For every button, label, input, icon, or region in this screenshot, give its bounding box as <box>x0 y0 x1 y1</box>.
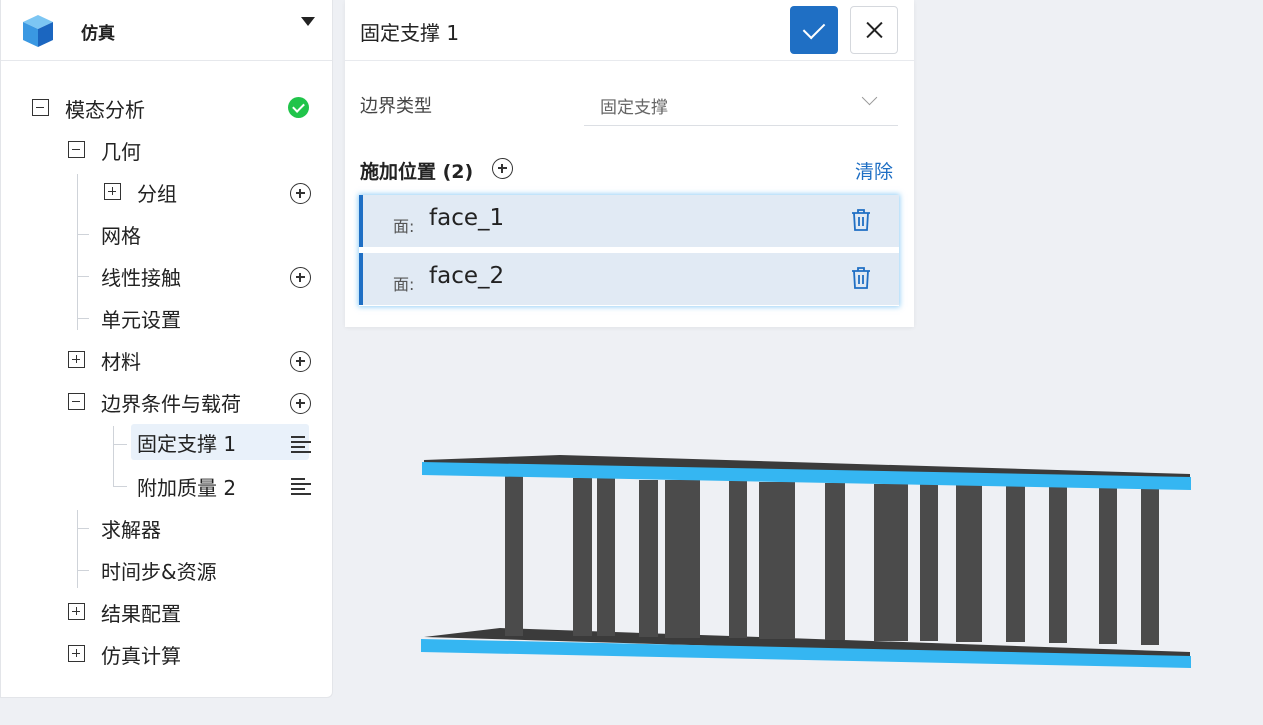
trash-icon[interactable] <box>850 208 872 232</box>
menu-lines-icon[interactable] <box>291 478 311 496</box>
caret-down-icon[interactable] <box>301 17 315 26</box>
tree-guide <box>77 510 78 588</box>
tree-guide <box>77 318 89 319</box>
add-circle-icon[interactable] <box>290 393 311 414</box>
expand-icon[interactable] <box>68 603 85 620</box>
trash-icon[interactable] <box>850 266 872 290</box>
tree-item-label: 结果配置 <box>101 601 181 626</box>
tree-item-label: 时间步&资源 <box>101 559 217 584</box>
tree-item-label: 分组 <box>137 181 177 206</box>
tree-guide <box>113 486 127 487</box>
app-title: 仿真 <box>81 24 115 44</box>
face-2-highlight <box>421 639 1191 668</box>
collapse-icon[interactable] <box>68 141 85 158</box>
columns <box>505 476 1159 645</box>
tree-item-timestep-resources[interactable]: 时间步&资源 <box>101 555 217 585</box>
tree-item-contact[interactable]: 线性接触 <box>101 261 181 291</box>
tree-item-label: 模态分析 <box>65 97 145 122</box>
tree-item-label: 仿真计算 <box>101 643 181 668</box>
tree-item-simulation-compute[interactable]: 仿真计算 <box>101 639 181 669</box>
boundary-type-label: 边界类型 <box>360 96 432 117</box>
tree-item-boundary-conditions[interactable]: 边界条件与载荷 <box>101 387 241 417</box>
location-name: face_2 <box>429 263 505 289</box>
collapse-icon[interactable] <box>32 99 49 116</box>
add-circle-icon[interactable] <box>492 158 513 179</box>
tree-guide <box>77 234 89 235</box>
boundary-editor-panel: 固定支撑 1 边界类型 固定支撑 施加位置 (2) 清除 面: face_1 面… <box>345 0 914 327</box>
model-tree-panel: 仿真 模态分析 几何 分组 网格 线性接触 单元设置 材料 边界条件与载荷 固定… <box>0 0 333 698</box>
location-prefix: 面: <box>393 217 415 236</box>
clear-button[interactable]: 清除 <box>855 157 893 184</box>
location-item[interactable]: 面: face_2 <box>359 253 899 305</box>
confirm-button[interactable] <box>790 6 838 54</box>
close-button[interactable] <box>850 6 898 54</box>
tree-item-mesh[interactable]: 网格 <box>101 219 141 249</box>
add-circle-icon[interactable] <box>290 267 311 288</box>
tree-guide <box>77 174 78 330</box>
tree-guide <box>77 276 89 277</box>
face-1-highlight <box>422 462 1191 490</box>
tree-item-fixed-support-1[interactable]: 固定支撑 1 <box>131 424 309 460</box>
cube-logo-icon <box>23 15 53 47</box>
location-item[interactable]: 面: face_1 <box>359 195 899 247</box>
location-list: 面: face_1 面: face_2 <box>359 195 899 306</box>
tree-guide <box>77 570 89 571</box>
tree-item-label: 网格 <box>101 223 141 248</box>
expand-icon[interactable] <box>68 645 85 662</box>
tree-item-label: 单元设置 <box>101 307 181 332</box>
check-circle-icon <box>288 97 309 118</box>
tree-item-label: 材料 <box>101 349 141 374</box>
tree-guide <box>113 426 114 486</box>
location-prefix: 面: <box>393 275 415 294</box>
add-circle-icon[interactable] <box>290 351 311 372</box>
tree-item-label: 边界条件与载荷 <box>101 391 241 416</box>
tree-item-geometry[interactable]: 几何 <box>101 135 141 165</box>
locations-title: 施加位置 (2) <box>360 161 474 183</box>
expand-icon[interactable] <box>68 351 85 368</box>
add-circle-icon[interactable] <box>290 183 311 204</box>
tree-item-result-config[interactable]: 结果配置 <box>101 597 181 627</box>
boundary-type-value: 固定支撑 <box>600 98 668 118</box>
tree-item-element-settings[interactable]: 单元设置 <box>101 303 181 333</box>
tree-item-modal-analysis[interactable]: 模态分析 <box>65 93 145 123</box>
tree-item-label: 几何 <box>101 139 141 164</box>
location-name: face_1 <box>429 205 505 231</box>
app-header[interactable]: 仿真 <box>1 0 332 61</box>
divider <box>345 60 914 61</box>
tree-item-label: 固定支撑 1 <box>137 431 237 456</box>
tree-item-group[interactable]: 分组 <box>137 177 177 207</box>
tree-item-label: 求解器 <box>101 517 161 542</box>
tree-item-label: 线性接触 <box>101 265 181 290</box>
tree-item-material[interactable]: 材料 <box>101 345 141 375</box>
menu-lines-icon[interactable] <box>291 436 311 454</box>
collapse-icon[interactable] <box>68 393 85 410</box>
tree-guide <box>77 528 89 529</box>
boundary-type-select[interactable]: 固定支撑 <box>584 84 898 126</box>
editor-title: 固定支撑 1 <box>360 21 460 45</box>
expand-icon[interactable] <box>104 183 121 200</box>
tree-guide <box>113 444 127 445</box>
tree-item-label: 附加质量 2 <box>137 475 237 500</box>
tree-item-added-mass-2[interactable]: 附加质量 2 <box>137 471 236 501</box>
chevron-down-icon <box>861 89 878 106</box>
tree-item-solver[interactable]: 求解器 <box>101 513 161 543</box>
